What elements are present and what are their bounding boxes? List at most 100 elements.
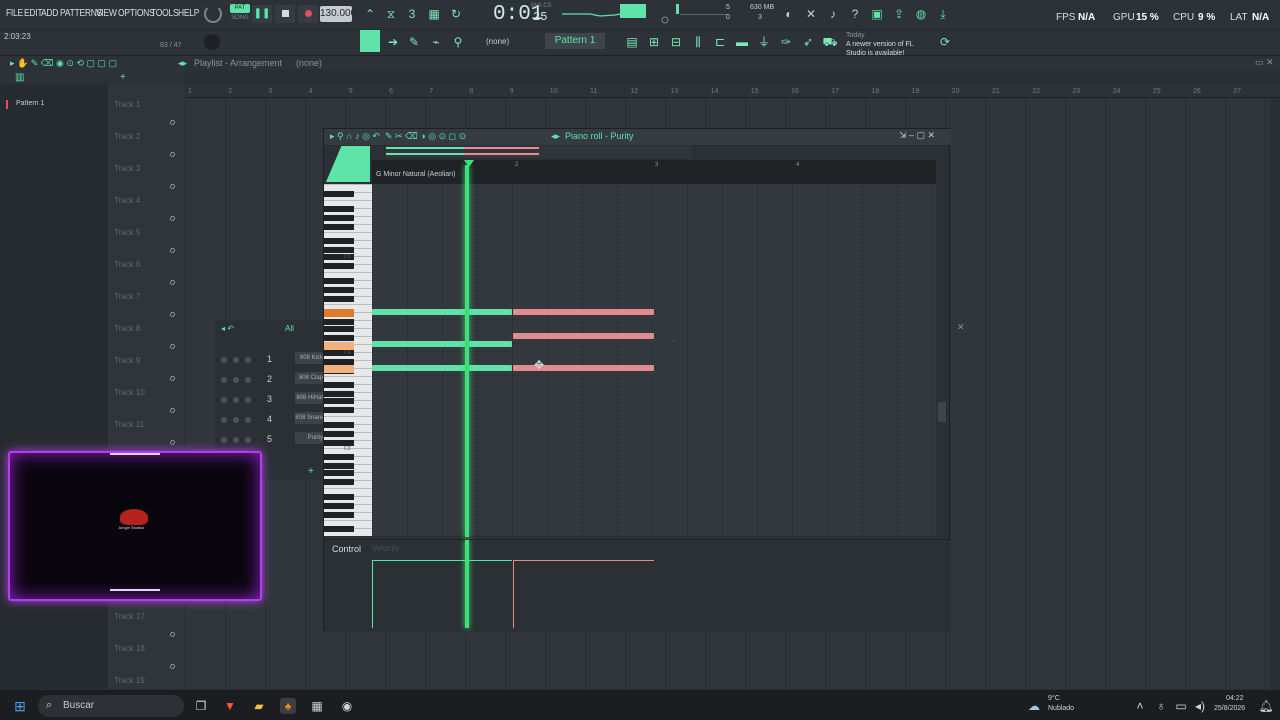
- menu-tools[interactable]: TOOLS: [151, 8, 179, 19]
- close-icon[interactable]: ✕: [957, 322, 965, 333]
- track-mute-button[interactable]: [170, 280, 175, 285]
- track-mute-button[interactable]: [170, 184, 175, 189]
- help-icon[interactable]: ?: [847, 6, 863, 22]
- black-key[interactable]: [324, 454, 354, 460]
- track-label[interactable]: Track 7: [114, 292, 140, 301]
- note[interactable]: [372, 341, 512, 347]
- black-key[interactable]: [324, 391, 354, 397]
- add-icon[interactable]: +: [120, 72, 126, 83]
- piano-roll-corner[interactable]: [326, 146, 370, 182]
- playlist-icon[interactable]: ▤: [624, 34, 640, 50]
- obs-icon[interactable]: ◉: [339, 698, 355, 714]
- channel-knob[interactable]: [245, 377, 251, 383]
- picker-icon[interactable]: ▥: [15, 72, 24, 83]
- black-key[interactable]: [324, 503, 354, 509]
- time-mode[interactable]: M:S:CS: [531, 3, 552, 9]
- playlist-pattern[interactable]: (none): [296, 58, 322, 68]
- pattern-item[interactable]: Pattern 1: [6, 100, 98, 109]
- save-icon[interactable]: ▣: [869, 6, 885, 22]
- track-mute-button[interactable]: [170, 376, 175, 381]
- channel-knob[interactable]: [221, 377, 227, 383]
- channel-knob[interactable]: [245, 397, 251, 403]
- store-icon[interactable]: ▦: [309, 698, 325, 714]
- stop-button[interactable]: [275, 5, 295, 23]
- piano-roll-icon[interactable]: ⊟: [668, 34, 684, 50]
- brave-icon[interactable]: ▼: [222, 698, 238, 714]
- snap-value[interactable]: (none): [486, 37, 509, 46]
- playhead-line[interactable]: [465, 165, 469, 537]
- fl-studio-icon[interactable]: ♠: [280, 698, 296, 714]
- channel-knob[interactable]: [245, 357, 251, 363]
- track-mute-button[interactable]: [170, 120, 175, 125]
- track-label[interactable]: Track 19: [114, 676, 145, 685]
- channel-name-button[interactable]: 808 Snare: [295, 412, 325, 424]
- black-key[interactable]: [324, 296, 354, 302]
- channel-rack-arrow-icon[interactable]: ◂ ↶: [221, 324, 234, 333]
- channel-name-button[interactable]: Purity: [295, 432, 325, 444]
- pitch-knob[interactable]: [204, 34, 220, 50]
- tempo-tap-icon[interactable]: ✑: [778, 34, 794, 50]
- black-key[interactable]: [324, 335, 354, 341]
- channel-knob[interactable]: [245, 417, 251, 423]
- track-label[interactable]: Track 17: [114, 612, 145, 621]
- link-icon[interactable]: ⌁: [428, 34, 444, 50]
- velocity-bar[interactable]: [372, 560, 373, 628]
- black-key[interactable]: [324, 494, 354, 500]
- export-icon[interactable]: ⇪: [891, 6, 907, 22]
- play-arrow-icon[interactable]: ➔: [385, 34, 401, 50]
- track-mute-button[interactable]: [170, 440, 175, 445]
- search-box[interactable]: ⌕ Buscar: [38, 695, 184, 717]
- track-label[interactable]: Track 2: [114, 132, 140, 141]
- black-key[interactable]: [324, 398, 354, 404]
- track-label[interactable]: Track 6: [114, 260, 140, 269]
- channel-knob[interactable]: [233, 437, 239, 443]
- wait-input-icon[interactable]: ⧖: [383, 6, 399, 22]
- black-key[interactable]: [324, 422, 354, 428]
- black-key[interactable]: [324, 431, 354, 437]
- channel-number[interactable]: 5: [267, 434, 272, 444]
- file-explorer-icon[interactable]: ▰: [251, 698, 267, 714]
- volume-icon[interactable]: ◂): [1192, 698, 1208, 714]
- pattern-snap-button[interactable]: [360, 30, 380, 52]
- step-edit-icon[interactable]: ▦: [426, 6, 442, 22]
- window-controls-icon[interactable]: ⇲ ‒ ▢ ✕: [899, 130, 935, 141]
- velocity-label[interactable]: Velocity: [372, 544, 400, 553]
- notification-icon[interactable]: 🔔︎: [1258, 698, 1274, 714]
- menu-file[interactable]: FILE: [6, 8, 23, 19]
- note[interactable]: [372, 309, 512, 315]
- track-mute-button[interactable]: [170, 632, 175, 637]
- bird-icon[interactable]: ➶: [800, 34, 816, 50]
- update-icon[interactable]: ⟳: [937, 34, 953, 50]
- loop-record-icon[interactable]: ↻: [448, 6, 464, 22]
- black-key[interactable]: [324, 526, 354, 532]
- black-key[interactable]: [324, 206, 354, 212]
- control-label[interactable]: Control: [332, 544, 361, 554]
- song-mode-button[interactable]: SONG: [230, 14, 250, 23]
- panic-icon[interactable]: ✕: [803, 6, 819, 22]
- menu-edit[interactable]: EDIT: [24, 8, 43, 19]
- microphone-tray-icon[interactable]: ♁: [1153, 698, 1169, 714]
- black-key[interactable]: [324, 382, 354, 388]
- chat-icon[interactable]: ◍: [913, 6, 929, 22]
- channel-knob[interactable]: [245, 437, 251, 443]
- master-volume-knob[interactable]: [204, 5, 222, 23]
- countdown-icon[interactable]: 3: [404, 6, 420, 22]
- channel-knob[interactable]: [221, 417, 227, 423]
- piano-roll-timeline[interactable]: 2 3 4 G Minor Natural (Aeolian): [372, 160, 936, 184]
- track-label[interactable]: Track 10: [114, 388, 145, 397]
- black-key[interactable]: [324, 463, 354, 469]
- track-label[interactable]: Track 1: [114, 100, 140, 109]
- track-label[interactable]: Track 18: [114, 644, 145, 653]
- microphone-icon[interactable]: ♪: [825, 6, 841, 22]
- channel-name-button[interactable]: 808 HiHat: [295, 392, 325, 404]
- track-label[interactable]: Track 11: [114, 420, 144, 429]
- channel-knob[interactable]: [221, 437, 227, 443]
- pattern-selector[interactable]: Pattern 1: [545, 33, 605, 49]
- channel-knob[interactable]: [233, 417, 239, 423]
- channel-knob[interactable]: [233, 397, 239, 403]
- velocity-bar[interactable]: [513, 560, 514, 628]
- tempo-display[interactable]: 130.000: [320, 6, 356, 22]
- piano-keyboard[interactable]: C5 C4 C3: [324, 184, 372, 536]
- channel-number[interactable]: 2: [267, 374, 272, 384]
- download-icon[interactable]: ⤓: [935, 6, 951, 22]
